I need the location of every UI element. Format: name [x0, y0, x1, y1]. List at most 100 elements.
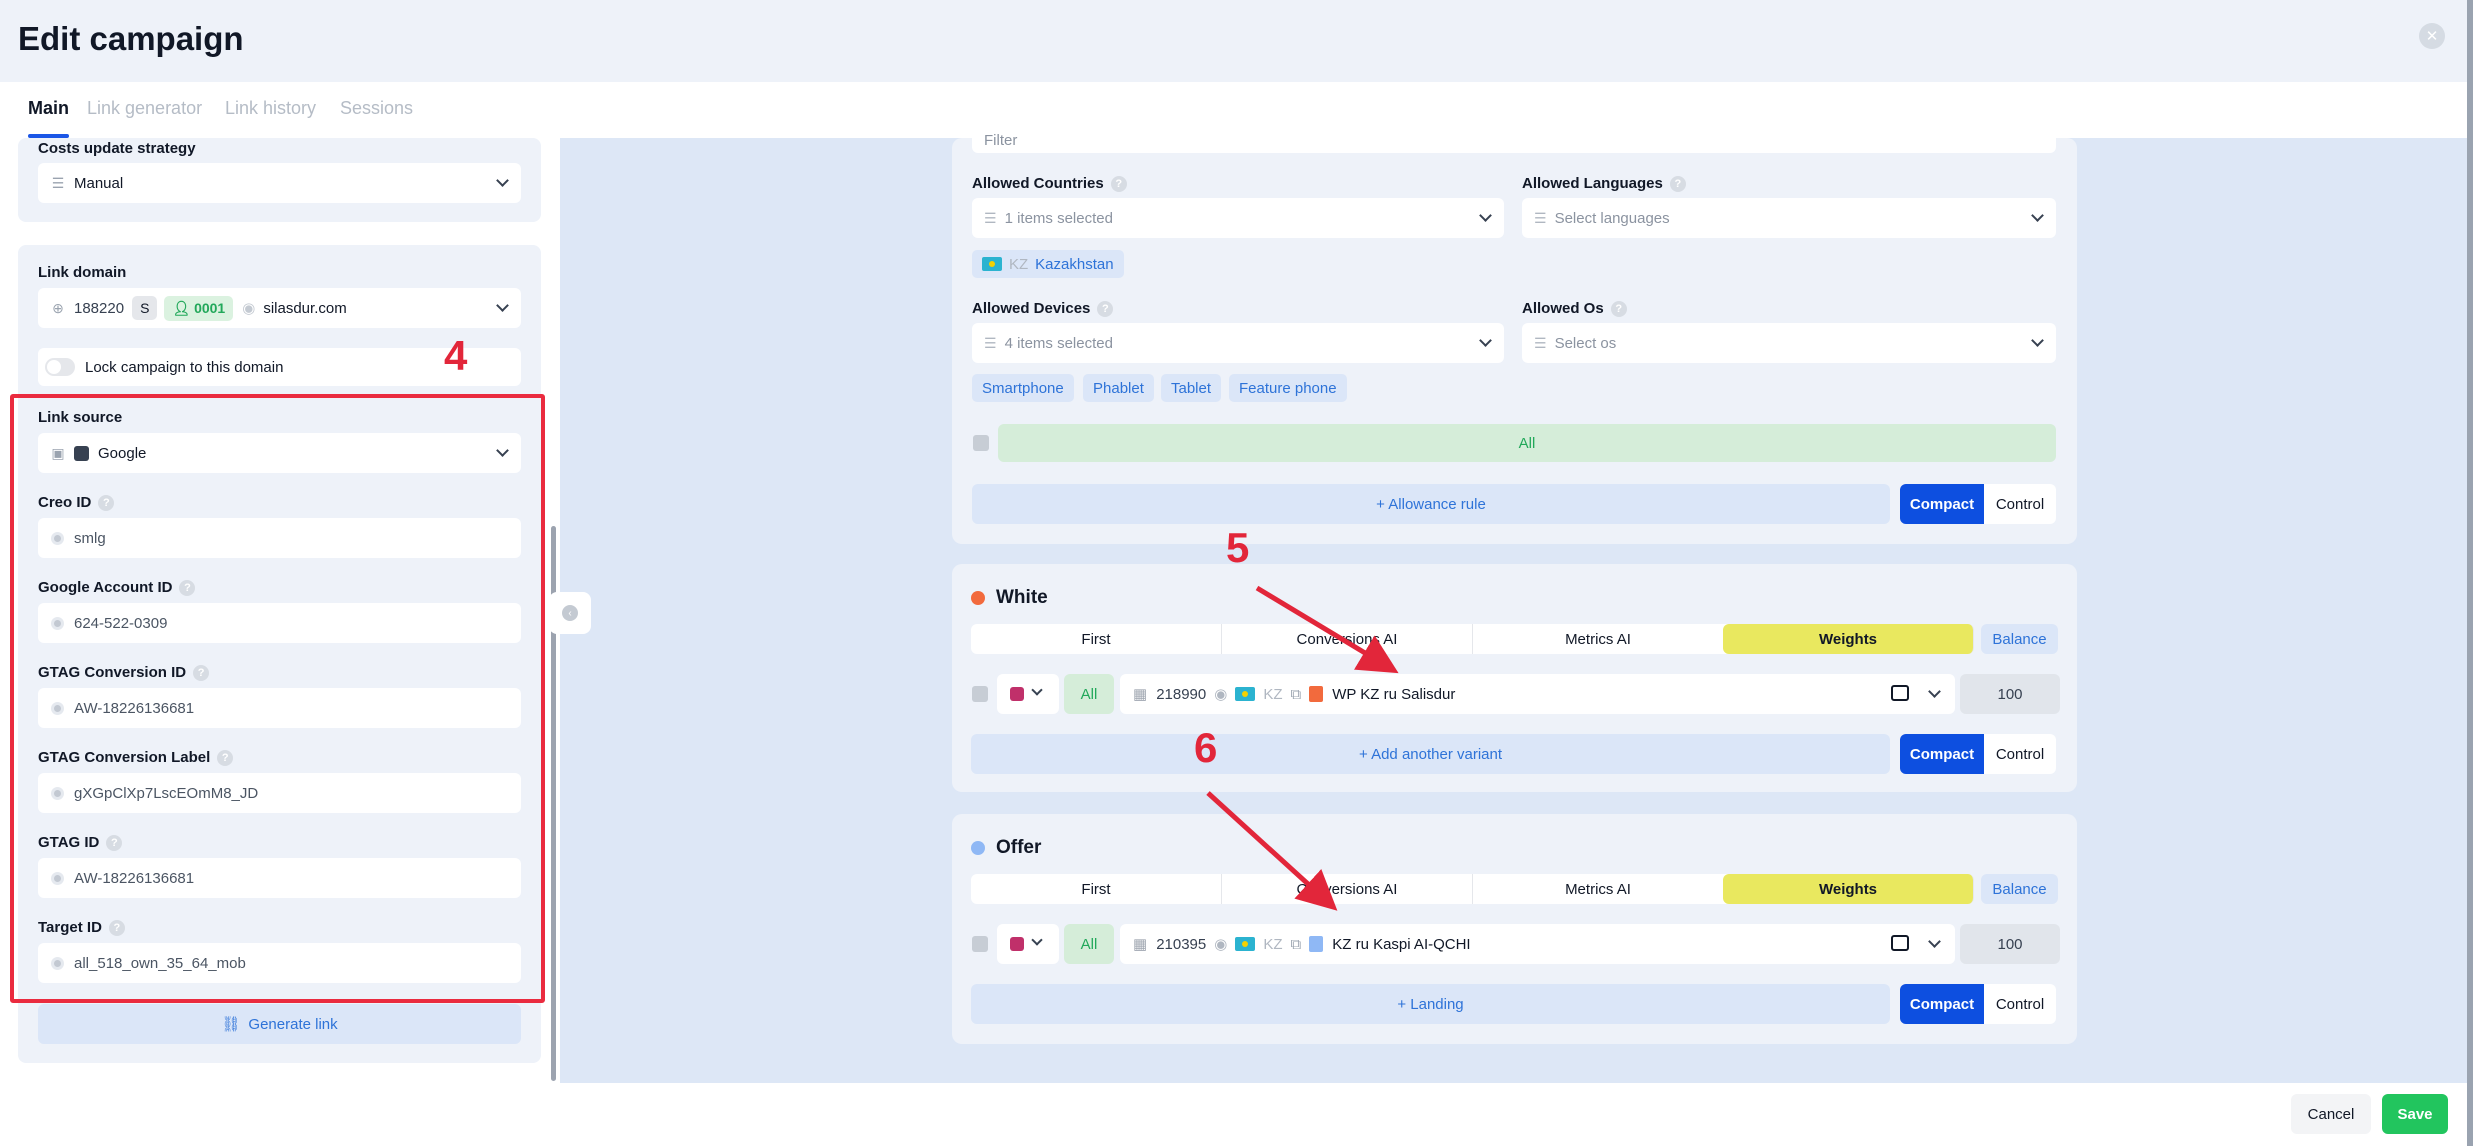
country-chip-name: Kazakhstan — [1035, 255, 1114, 273]
copy-icon[interactable] — [972, 686, 988, 702]
eye-icon: ◉ — [242, 300, 256, 317]
country-chip-code: KZ — [1009, 255, 1029, 273]
mode-weights[interactable]: Weights — [1723, 624, 1974, 654]
filter-input[interactable]: Filter — [972, 128, 2056, 153]
calendar-icon: ▦ — [1133, 686, 1148, 703]
compact-button[interactable]: Compact — [1900, 484, 1984, 524]
chevron-down-icon[interactable] — [1928, 935, 1941, 948]
white-dot-icon — [971, 591, 985, 605]
generate-link-label: Generate link — [248, 1015, 338, 1033]
tab-link-generator[interactable]: Link generator — [87, 98, 202, 119]
generate-link-button[interactable]: ⛓ Generate link — [38, 1004, 521, 1044]
cancel-button[interactable]: Cancel — [2291, 1094, 2371, 1134]
offer-dot-icon — [971, 841, 985, 855]
globe-icon: ⊕ — [52, 299, 64, 316]
devices-label: Allowed Devices? — [972, 300, 1114, 318]
white-variant-row: All ▦ 218990 ◉ KZ ⧉ WP KZ ru Salisdur 10… — [952, 674, 2077, 714]
mode-conversions-ai[interactable]: Conversions AI — [1222, 624, 1473, 654]
device-chip[interactable]: Smartphone — [972, 374, 1074, 402]
mode-weights[interactable]: Weights — [1723, 874, 1974, 904]
compact-button[interactable]: Compact — [1900, 984, 1984, 1024]
white-mode-switch: First Conversions AI Metrics AI Weights — [971, 624, 1974, 654]
chevron-down-icon — [1031, 934, 1043, 946]
page-scrollbar[interactable] — [2467, 0, 2473, 1146]
copy-icon: ⧉ — [1290, 935, 1302, 953]
list-icon: ☰ — [51, 174, 65, 191]
image-icon[interactable] — [1891, 685, 1909, 701]
image-icon[interactable] — [1891, 935, 1909, 951]
kz-flag-icon — [1235, 937, 1256, 951]
person-page-icon — [1309, 936, 1324, 952]
mode-first[interactable]: First — [971, 624, 1222, 654]
os-placeholder: Select os — [1554, 334, 1617, 352]
compact-button[interactable]: Compact — [1900, 734, 1984, 774]
white-card: White First Conversions AI Metrics AI We… — [952, 564, 2077, 792]
annotation-6: 6 — [1194, 724, 1218, 771]
copy-icon[interactable] — [973, 435, 989, 451]
link-domain-label: Link domain — [38, 264, 127, 281]
os-select[interactable]: ☰ Select os — [1522, 323, 2056, 363]
country-chip[interactable]: KZ Kazakhstan — [972, 250, 1124, 278]
balance-button[interactable]: Balance — [1981, 874, 2058, 904]
chevron-down-icon — [1031, 684, 1043, 696]
color-select[interactable] — [997, 674, 1059, 714]
tab-main[interactable]: Main — [28, 98, 69, 119]
costs-select[interactable]: ☰ Manual — [38, 163, 521, 203]
variant-all-chip[interactable]: All — [1064, 674, 1114, 714]
add-landing-button[interactable]: + Landing — [971, 984, 1890, 1024]
variant-name: KZ ru Kaspi AI-QCHI — [1332, 935, 1471, 953]
chevron-down-icon — [2031, 209, 2044, 222]
mode-metrics-ai[interactable]: Metrics AI — [1473, 874, 1723, 904]
page-icon — [1309, 686, 1324, 702]
lock-toggle[interactable] — [45, 358, 75, 376]
control-button[interactable]: Control — [1984, 984, 2056, 1024]
domain-badge: S — [132, 296, 158, 320]
allowance-rule-button[interactable]: + Allowance rule — [972, 484, 1890, 524]
tab-link-history[interactable]: Link history — [225, 98, 316, 119]
control-button[interactable]: Control — [1984, 734, 2056, 774]
chevron-down-icon — [2031, 334, 2044, 347]
add-variant-button[interactable]: + Add another variant — [971, 734, 1890, 774]
device-chip[interactable]: Tablet — [1161, 374, 1222, 402]
white-variant-select[interactable]: ▦ 218990 ◉ KZ ⧉ WP KZ ru Salisdur — [1120, 674, 1955, 714]
variant-weight[interactable]: 100 — [1960, 924, 2060, 964]
mode-conversions-ai[interactable]: Conversions AI — [1222, 874, 1473, 904]
control-button[interactable]: Control — [1984, 484, 2056, 524]
variant-id: 210395 — [1156, 935, 1207, 953]
color-swatch — [1010, 937, 1024, 951]
user-icon: 👤︎ — [172, 299, 191, 316]
kz-flag-icon — [1235, 687, 1256, 701]
link-domain-select[interactable]: ⊕ 188220 S 👤︎ 0001 ◉ silasdur.com — [38, 288, 521, 328]
all-rule-bar[interactable]: All — [998, 424, 2056, 462]
languages-select[interactable]: ☰ Select languages — [1522, 198, 2056, 238]
variant-geo: KZ — [1263, 685, 1283, 703]
close-icon: ✕ — [2425, 28, 2439, 45]
balance-button[interactable]: Balance — [1981, 624, 2058, 654]
offer-variant-select[interactable]: ▦ 210395 ◉ KZ ⧉ KZ ru Kaspi AI-QCHI — [1120, 924, 1955, 964]
help-icon: ? — [1610, 301, 1627, 318]
costs-value: Manual — [74, 174, 124, 192]
calendar-icon: ▦ — [1133, 936, 1148, 953]
os-label: Allowed Os? — [1522, 300, 1627, 318]
mode-metrics-ai[interactable]: Metrics AI — [1473, 624, 1723, 654]
domain-name: silasdur.com — [263, 299, 347, 317]
annotation-box-4 — [10, 394, 545, 1003]
help-icon: ? — [1097, 301, 1114, 318]
copy-icon[interactable] — [972, 936, 988, 952]
mode-first[interactable]: First — [971, 874, 1222, 904]
tab-sessions[interactable]: Sessions — [340, 98, 413, 119]
countries-select[interactable]: ☰ 1 items selected — [972, 198, 1504, 238]
modal-header — [0, 0, 2467, 82]
close-button[interactable]: ✕ — [2419, 23, 2445, 49]
collapse-panel-button[interactable]: ‹ — [549, 592, 591, 634]
color-select[interactable] — [997, 924, 1059, 964]
countries-value: 1 items selected — [1004, 209, 1113, 227]
chevron-down-icon[interactable] — [1928, 685, 1941, 698]
save-button[interactable]: Save — [2382, 1094, 2448, 1134]
device-chip[interactable]: Feature phone — [1229, 374, 1347, 402]
variant-all-chip[interactable]: All — [1064, 924, 1114, 964]
variant-weight[interactable]: 100 — [1960, 674, 2060, 714]
devices-select[interactable]: ☰ 4 items selected — [972, 323, 1504, 363]
kz-flag-icon — [982, 257, 1002, 271]
device-chip[interactable]: Phablet — [1083, 374, 1154, 402]
